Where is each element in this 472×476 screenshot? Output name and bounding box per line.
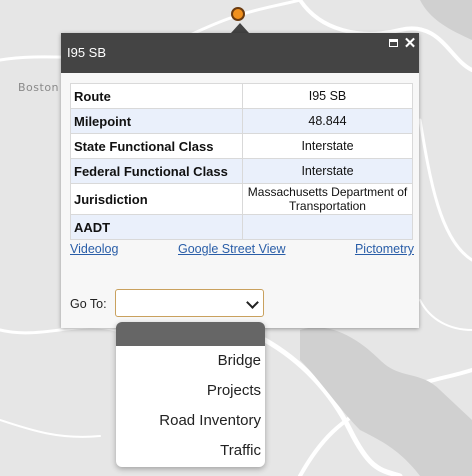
goto-select[interactable]: [115, 289, 264, 317]
table-row: AADT: [70, 214, 413, 240]
attr-key: Jurisdiction: [70, 183, 243, 215]
table-row: Route I95 SB: [70, 83, 413, 109]
attr-key: Route: [70, 83, 243, 109]
goto-label: Go To:: [70, 297, 107, 311]
attr-key: Federal Functional Class: [70, 158, 243, 184]
table-row: State Functional Class Interstate: [70, 133, 413, 159]
videolog-link[interactable]: Videolog: [70, 242, 118, 256]
attr-value: [242, 214, 413, 240]
close-icon[interactable]: ✕: [403, 36, 417, 51]
maximize-icon[interactable]: [387, 37, 401, 51]
attr-value: Interstate: [242, 158, 413, 184]
street-view-link[interactable]: Google Street View: [178, 242, 285, 256]
table-row: Federal Functional Class Interstate: [70, 158, 413, 184]
goto-dropdown-list: Bridge Projects Road Inventory Traffic: [116, 322, 265, 467]
attr-key: State Functional Class: [70, 133, 243, 159]
location-marker-icon[interactable]: [231, 7, 245, 21]
popup-header: I95 SB ✕: [61, 33, 419, 73]
attr-value: Interstate: [242, 133, 413, 159]
map-place-label: Boston: [18, 81, 60, 94]
chevron-down-icon: [246, 296, 259, 309]
info-popup: I95 SB ✕ Route I95 SB Milepoint 48.844 S…: [61, 33, 419, 328]
attribute-table: Route I95 SB Milepoint 48.844 State Func…: [70, 83, 413, 240]
attr-value: I95 SB: [242, 83, 413, 109]
dropdown-option-projects[interactable]: Projects: [116, 376, 265, 406]
dropdown-option-blank[interactable]: [116, 322, 265, 346]
popup-pointer: [231, 23, 249, 33]
dropdown-option-traffic[interactable]: Traffic: [116, 436, 265, 466]
table-row: Jurisdiction Massachusetts Department of…: [70, 183, 413, 215]
popup-title: I95 SB: [67, 45, 107, 60]
dropdown-option-road-inventory[interactable]: Road Inventory: [116, 406, 265, 436]
dropdown-option-bridge[interactable]: Bridge: [116, 346, 265, 376]
pictometry-link[interactable]: Pictometry: [355, 242, 414, 256]
attr-value: Massachusetts Department of Transportati…: [242, 183, 413, 215]
attr-key: AADT: [70, 214, 243, 240]
table-row: Milepoint 48.844: [70, 108, 413, 134]
attr-key: Milepoint: [70, 108, 243, 134]
attr-value: 48.844: [242, 108, 413, 134]
